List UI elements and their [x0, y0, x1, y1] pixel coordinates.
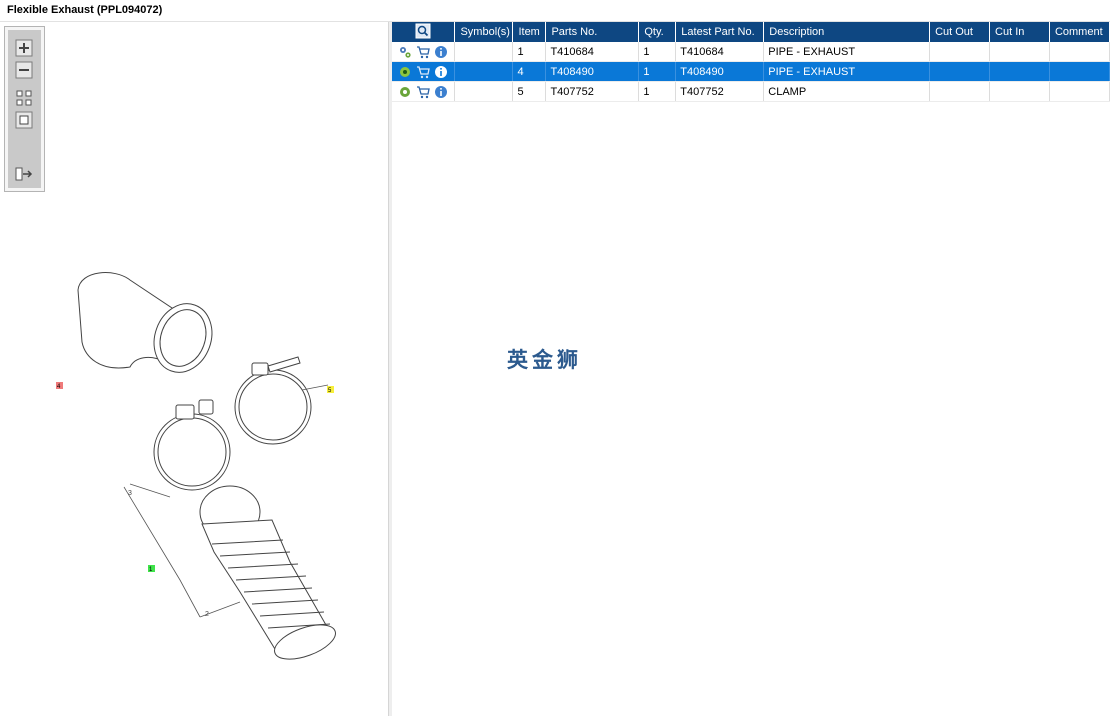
cell-latest-part-no: T410684 — [675, 42, 765, 62]
cell-qty: 1 — [638, 42, 677, 62]
column-header-cut-in[interactable]: Cut In — [989, 22, 1050, 42]
cell-cut-out — [929, 42, 991, 62]
window-title: Flexible Exhaust (PPL094072) — [7, 4, 163, 16]
cell-parts-no: T407752 — [545, 81, 640, 102]
info-icon[interactable] — [434, 45, 448, 59]
column-header-cut-out[interactable]: Cut Out — [929, 22, 991, 42]
column-header-description[interactable]: Description — [763, 22, 931, 42]
toggle-list-icon[interactable] — [15, 165, 33, 183]
table-header-row: Symbol(s) Item Parts No. Qty. Latest Par… — [392, 22, 1110, 42]
cell-parts-no: T410684 — [545, 42, 640, 62]
cell-latest-part-no: T407752 — [675, 81, 765, 102]
cell-cut-out — [929, 81, 991, 102]
zoom-out-icon[interactable] — [15, 61, 33, 79]
cell-item: 5 — [512, 81, 547, 102]
info-icon[interactable] — [434, 85, 448, 99]
cell-qty: 1 — [638, 81, 677, 102]
actual-size-icon[interactable] — [15, 111, 33, 129]
watermark-text: 英金狮 — [507, 348, 582, 372]
parts-list-pane: Symbol(s) Item Parts No. Qty. Latest Par… — [392, 22, 1110, 716]
cell-symbols — [454, 81, 514, 102]
gear-icon[interactable] — [398, 65, 412, 79]
table-row-selected[interactable]: 4 T408490 1 T408490 PIPE - EXHAUST — [392, 61, 1110, 82]
column-header-tools[interactable] — [392, 22, 456, 42]
fit-page-icon[interactable] — [15, 89, 33, 107]
cell-cut-out — [929, 61, 991, 82]
column-header-item[interactable]: Item — [512, 22, 547, 42]
cell-item: 4 — [512, 61, 547, 82]
cell-cut-in — [989, 42, 1050, 62]
cell-comment — [1049, 61, 1110, 82]
search-parts-icon[interactable] — [415, 23, 431, 42]
gear-icon[interactable] — [398, 85, 412, 99]
cell-cut-in — [989, 61, 1050, 82]
column-header-symbols[interactable]: Symbol(s) — [454, 22, 514, 42]
table-row[interactable]: 5 T407752 1 T407752 CLAMP — [392, 81, 1110, 102]
column-header-qty[interactable]: Qty. — [638, 22, 677, 42]
zoom-in-icon[interactable] — [15, 39, 33, 57]
parts-table: Symbol(s) Item Parts No. Qty. Latest Par… — [392, 22, 1110, 102]
cell-qty: 1 — [638, 61, 677, 82]
cell-item: 1 — [512, 42, 547, 62]
column-header-comment[interactable]: Comment — [1049, 22, 1110, 42]
cart-icon[interactable] — [416, 85, 430, 99]
exploded-diagram[interactable]: 4 5 1 3 2 — [40, 262, 360, 682]
cell-parts-no: T408490 — [545, 61, 640, 82]
column-header-latest-part-no[interactable]: Latest Part No. — [675, 22, 765, 42]
cell-comment — [1049, 42, 1110, 62]
illustration-pane[interactable]: 4 5 1 3 2 — [0, 22, 389, 716]
cell-symbols — [454, 61, 514, 82]
column-header-parts-no[interactable]: Parts No. — [545, 22, 640, 42]
info-icon[interactable] — [434, 65, 448, 79]
gear-icon[interactable] — [398, 45, 412, 59]
cell-comment — [1049, 81, 1110, 102]
table-row[interactable]: 1 T410684 1 T410684 PIPE - EXHAUST — [392, 42, 1110, 62]
cell-description: PIPE - EXHAUST — [763, 42, 931, 62]
cell-description: PIPE - EXHAUST — [763, 61, 931, 82]
cart-icon[interactable] — [416, 65, 430, 79]
cell-cut-in — [989, 81, 1050, 102]
sub-label-3: 3 — [128, 490, 132, 497]
cell-description: CLAMP — [763, 81, 931, 102]
cell-latest-part-no: T408490 — [675, 61, 765, 82]
cell-symbols — [454, 42, 514, 62]
cart-icon[interactable] — [416, 45, 430, 59]
viewer-toolbar — [4, 26, 45, 192]
sub-label-2: 2 — [205, 611, 209, 618]
title-bar: Flexible Exhaust (PPL094072) — [0, 0, 1110, 22]
